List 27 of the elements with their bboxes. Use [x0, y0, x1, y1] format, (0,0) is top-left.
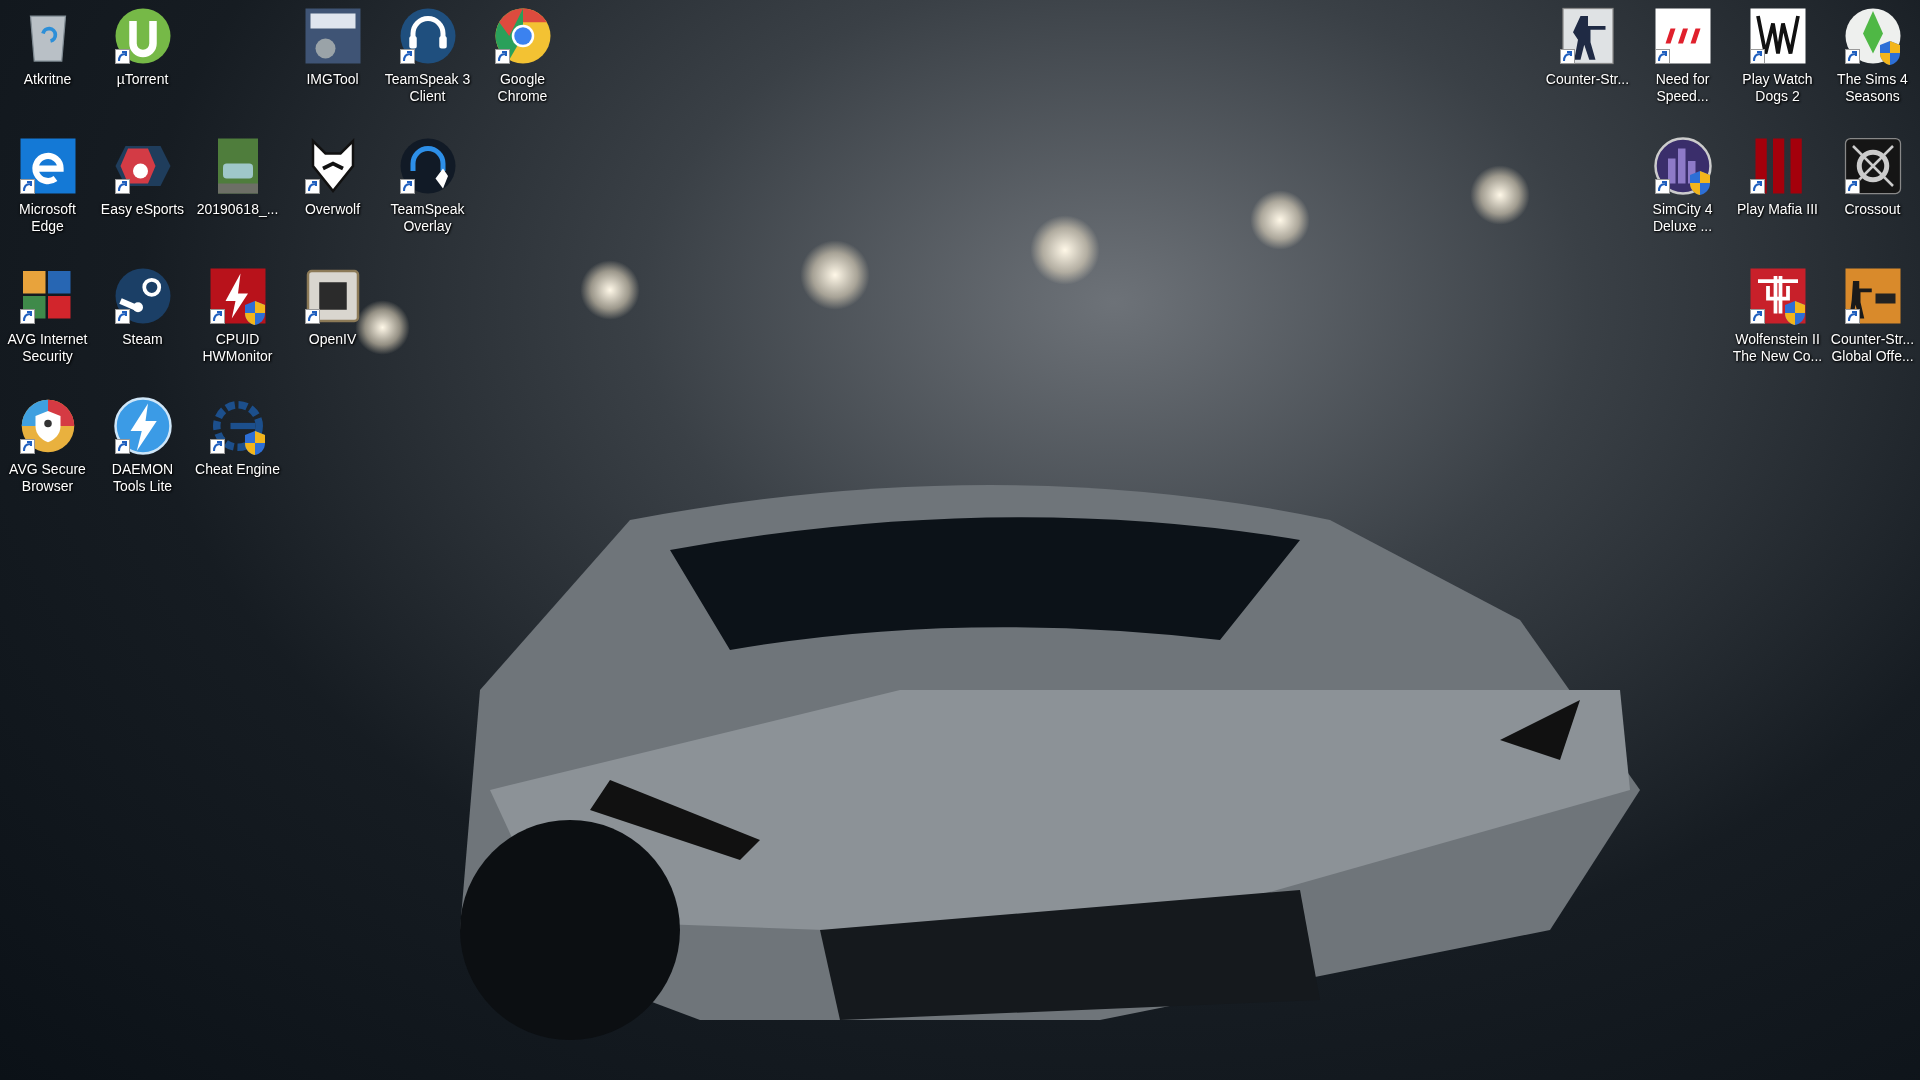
- desktop-icon-label[interactable]: Google Chrome: [475, 71, 570, 105]
- desktop-icon-label[interactable]: Easy eSports: [95, 201, 190, 218]
- desktop-icon-label[interactable]: IMGTool: [285, 71, 380, 88]
- desktop-icon-label[interactable]: Need for Speed...: [1635, 71, 1730, 105]
- desktop-icon-label[interactable]: OpenIV: [285, 331, 380, 348]
- desktop-icon-label[interactable]: SimCity 4 Deluxe ...: [1635, 201, 1730, 235]
- desktop-icon-label[interactable]: Counter-Str... Global Offe...: [1825, 331, 1920, 365]
- desktop-icon-label[interactable]: Atkritne: [0, 71, 95, 88]
- desktop-icon-label[interactable]: Play Mafia III: [1730, 201, 1825, 218]
- desktop-icon-label[interactable]: AVG Internet Security: [0, 331, 95, 365]
- desktop-icon-label[interactable]: Crossout: [1825, 201, 1920, 218]
- desktop-icon-label[interactable]: TeamSpeak Overlay: [380, 201, 475, 235]
- desktop-icon-label[interactable]: Steam: [95, 331, 190, 348]
- lightning-circle-icon[interactable]: [112, 396, 173, 456]
- desktop-icon-label[interactable]: Play Watch Dogs 2: [1730, 71, 1825, 105]
- desktop-icon-label[interactable]: 20190618_...: [190, 201, 285, 218]
- desktop-icon-label[interactable]: Cheat Engine: [190, 461, 285, 478]
- desktop-icon-label[interactable]: TeamSpeak 3 Client: [380, 71, 475, 105]
- desktop-icon-label[interactable]: AVG Secure Browser: [0, 461, 95, 495]
- desktop-icon-label[interactable]: CPUID HWMonitor: [190, 331, 285, 365]
- desktop-icon-label[interactable]: Overwolf: [285, 201, 380, 218]
- desktop-icon-label[interactable]: Microsoft Edge: [0, 201, 95, 235]
- desktop-icon-label[interactable]: µTorrent: [95, 71, 190, 88]
- desktop-icon-label[interactable]: Counter-Str...: [1540, 71, 1635, 88]
- desktop-icon-label[interactable]: Wolfenstein II The New Co...: [1730, 331, 1825, 365]
- desktop-icon-label[interactable]: DAEMON Tools Lite: [95, 461, 190, 495]
- desktop-icon-label[interactable]: The Sims 4 Seasons: [1825, 71, 1920, 105]
